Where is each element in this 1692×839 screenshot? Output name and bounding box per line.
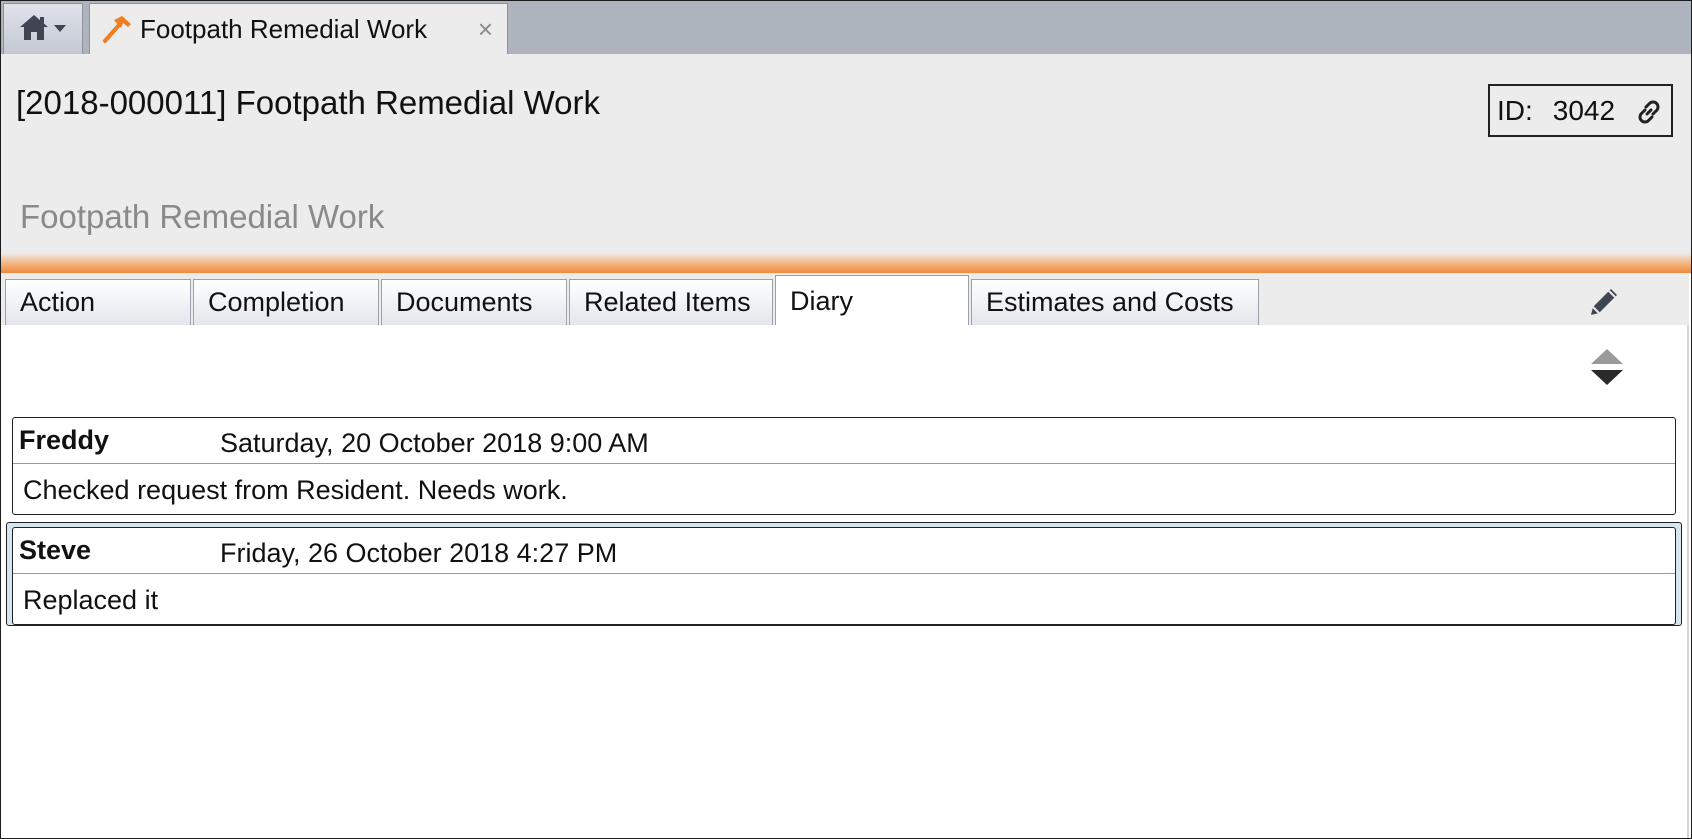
tab-estimates-and-costs[interactable]: Estimates and Costs (971, 279, 1259, 325)
record-id-box: ID: 3042 (1488, 84, 1673, 137)
accent-divider (1, 253, 1691, 273)
diary-entry[interactable]: Steve Friday, 26 October 2018 4:27 PM Re… (12, 527, 1676, 625)
record-subtitle: Footpath Remedial Work (20, 198, 385, 235)
tab-action-label: Action (20, 287, 96, 317)
diary-entry-author: Steve (19, 535, 92, 565)
tab-completion-label: Completion (208, 287, 345, 317)
app-window: Footpath Remedial Work × [2018-000011] F… (0, 0, 1692, 839)
diary-panel: Freddy Saturday, 20 October 2018 9:00 AM… (1, 325, 1691, 838)
close-tab-icon[interactable]: × (478, 14, 493, 44)
record-header: [2018-000011] Footpath Remedial Work ID:… (1, 54, 1691, 274)
diary-entry-header: Freddy Saturday, 20 October 2018 9:00 AM (13, 418, 1675, 464)
diary-entry[interactable]: Freddy Saturday, 20 October 2018 9:00 AM… (12, 417, 1676, 515)
open-record-tab-label: Footpath Remedial Work (140, 13, 428, 44)
link-icon[interactable] (1633, 96, 1665, 128)
diary-entry-author: Freddy (19, 425, 110, 455)
home-menu-button[interactable] (3, 3, 83, 54)
tab-documents[interactable]: Documents (381, 279, 567, 325)
diary-entry-text: Checked request from Resident. Needs wor… (23, 475, 568, 505)
diary-entry-datetime: Friday, 26 October 2018 4:27 PM (220, 538, 618, 568)
tab-related-items[interactable]: Related Items (569, 279, 773, 325)
pencil-icon[interactable] (1585, 283, 1623, 321)
id-label: ID: (1497, 94, 1533, 126)
tab-documents-label: Documents (396, 287, 533, 317)
diary-entry-datetime: Saturday, 20 October 2018 9:00 AM (220, 428, 649, 458)
id-value: 3042 (1552, 94, 1616, 126)
tab-diary[interactable]: Diary (775, 275, 969, 327)
section-tab-strip: Action Completion Documents Related Item… (1, 273, 1689, 327)
tab-diary-label: Diary (790, 286, 854, 316)
tab-related-items-label: Related Items (584, 287, 751, 317)
diary-entry-text: Replaced it (23, 585, 159, 615)
record-title: [2018-000011] Footpath Remedial Work (16, 84, 600, 121)
home-icon (19, 13, 49, 46)
sort-icon[interactable] (1589, 347, 1625, 387)
open-record-tab[interactable]: Footpath Remedial Work × (89, 3, 508, 54)
caret-down-icon (53, 20, 67, 38)
panel-edge (1687, 325, 1689, 838)
window-tab-bar: Footpath Remedial Work × (1, 1, 1691, 54)
tab-completion[interactable]: Completion (193, 279, 379, 325)
diary-entry-header: Steve Friday, 26 October 2018 4:27 PM (13, 528, 1675, 574)
hammer-icon (102, 14, 136, 44)
tab-estimates-and-costs-label: Estimates and Costs (986, 287, 1234, 317)
tab-action[interactable]: Action (5, 279, 191, 325)
